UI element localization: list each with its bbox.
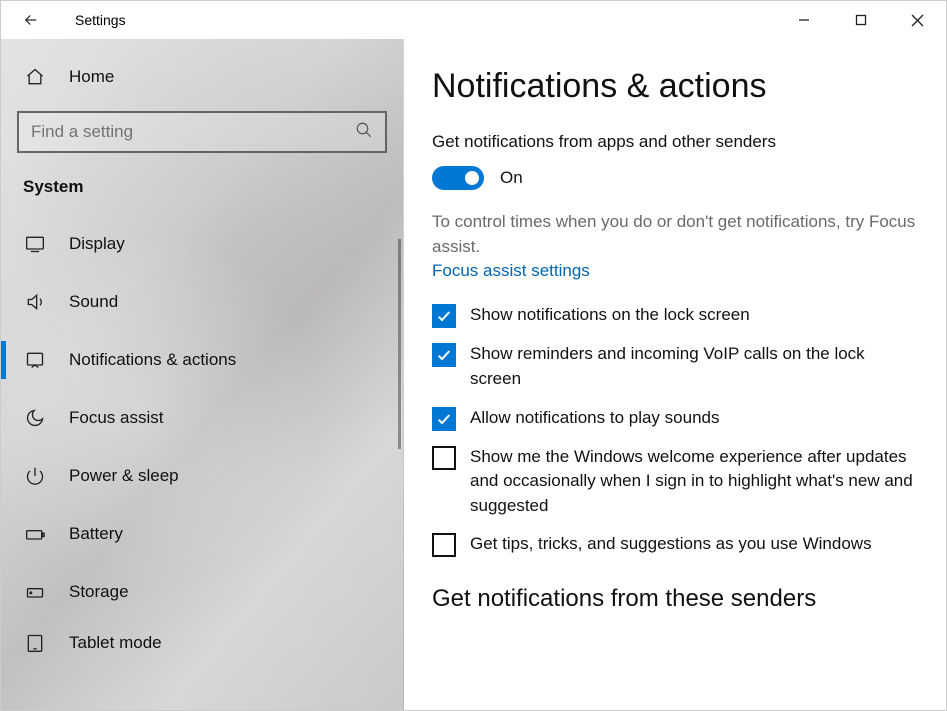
sidebar-item-label: Display [69,234,125,254]
checkbox-row: Get tips, tricks, and suggestions as you… [432,532,918,557]
sidebar-item-display[interactable]: Display [1,215,403,273]
checkbox-0[interactable] [432,304,456,328]
page-title: Notifications & actions [432,67,918,106]
sidebar-section-system: System [1,167,403,215]
sidebar-item-label: Power & sleep [69,466,179,486]
sidebar-item-label: Notifications & actions [69,350,236,370]
sidebar-item-moon[interactable]: Focus assist [1,389,403,447]
notifications-icon [23,350,47,370]
notifications-toggle[interactable] [432,166,484,190]
help-text: To control times when you do or don't ge… [432,210,918,259]
sidebar-item-tablet[interactable]: Tablet mode [1,621,403,665]
toggle-heading: Get notifications from apps and other se… [432,132,918,152]
sidebar-item-label: Focus assist [69,408,163,428]
sidebar-item-notifications[interactable]: Notifications & actions [1,331,403,389]
display-icon [23,234,47,254]
checkbox-3[interactable] [432,446,456,470]
main-content: Notifications & actions Get notification… [404,39,946,710]
tablet-icon [23,633,47,653]
home-nav[interactable]: Home [1,51,403,103]
sidebar-item-label: Battery [69,524,123,544]
storage-icon [23,582,47,602]
senders-section-title: Get notifications from these senders [432,585,918,613]
checkbox-row: Show reminders and incoming VoIP calls o… [432,342,918,391]
sound-icon [23,292,47,312]
close-button[interactable] [889,1,946,39]
checkbox-1[interactable] [432,343,456,367]
sidebar-item-label: Storage [69,582,129,602]
sidebar-item-battery[interactable]: Battery [1,505,403,563]
power-icon [23,466,47,486]
titlebar: Settings [1,1,946,39]
moon-icon [23,408,47,428]
search-input-wrap[interactable] [17,111,387,153]
checkbox-label: Show reminders and incoming VoIP calls o… [470,342,918,391]
checkbox-row: Allow notifications to play sounds [432,406,918,431]
sidebar-item-storage[interactable]: Storage [1,563,403,621]
checkbox-row: Show me the Windows welcome experience a… [432,445,918,519]
home-label: Home [69,67,114,87]
sidebar-item-sound[interactable]: Sound [1,273,403,331]
sidebar-item-label: Sound [69,292,118,312]
checkbox-2[interactable] [432,407,456,431]
checkbox-label: Allow notifications to play sounds [470,406,719,431]
home-icon [23,67,47,87]
sidebar-scrollbar[interactable] [398,239,401,449]
sidebar-item-label: Tablet mode [69,633,162,653]
checkbox-label: Get tips, tricks, and suggestions as you… [470,532,872,557]
checkbox-row: Show notifications on the lock screen [432,303,918,328]
maximize-button[interactable] [832,1,889,39]
checkbox-label: Show me the Windows welcome experience a… [470,445,918,519]
focus-assist-link[interactable]: Focus assist settings [432,261,590,281]
minimize-button[interactable] [775,1,832,39]
battery-icon [23,524,47,544]
search-input[interactable] [31,122,355,142]
search-icon [355,121,373,144]
back-button[interactable] [13,2,49,38]
window-title: Settings [75,12,126,28]
toggle-state-label: On [500,168,523,188]
checkbox-4[interactable] [432,533,456,557]
sidebar: Home System Display Sound Notifications & … [1,39,404,710]
sidebar-item-power[interactable]: Power & sleep [1,447,403,505]
checkbox-label: Show notifications on the lock screen [470,303,750,328]
